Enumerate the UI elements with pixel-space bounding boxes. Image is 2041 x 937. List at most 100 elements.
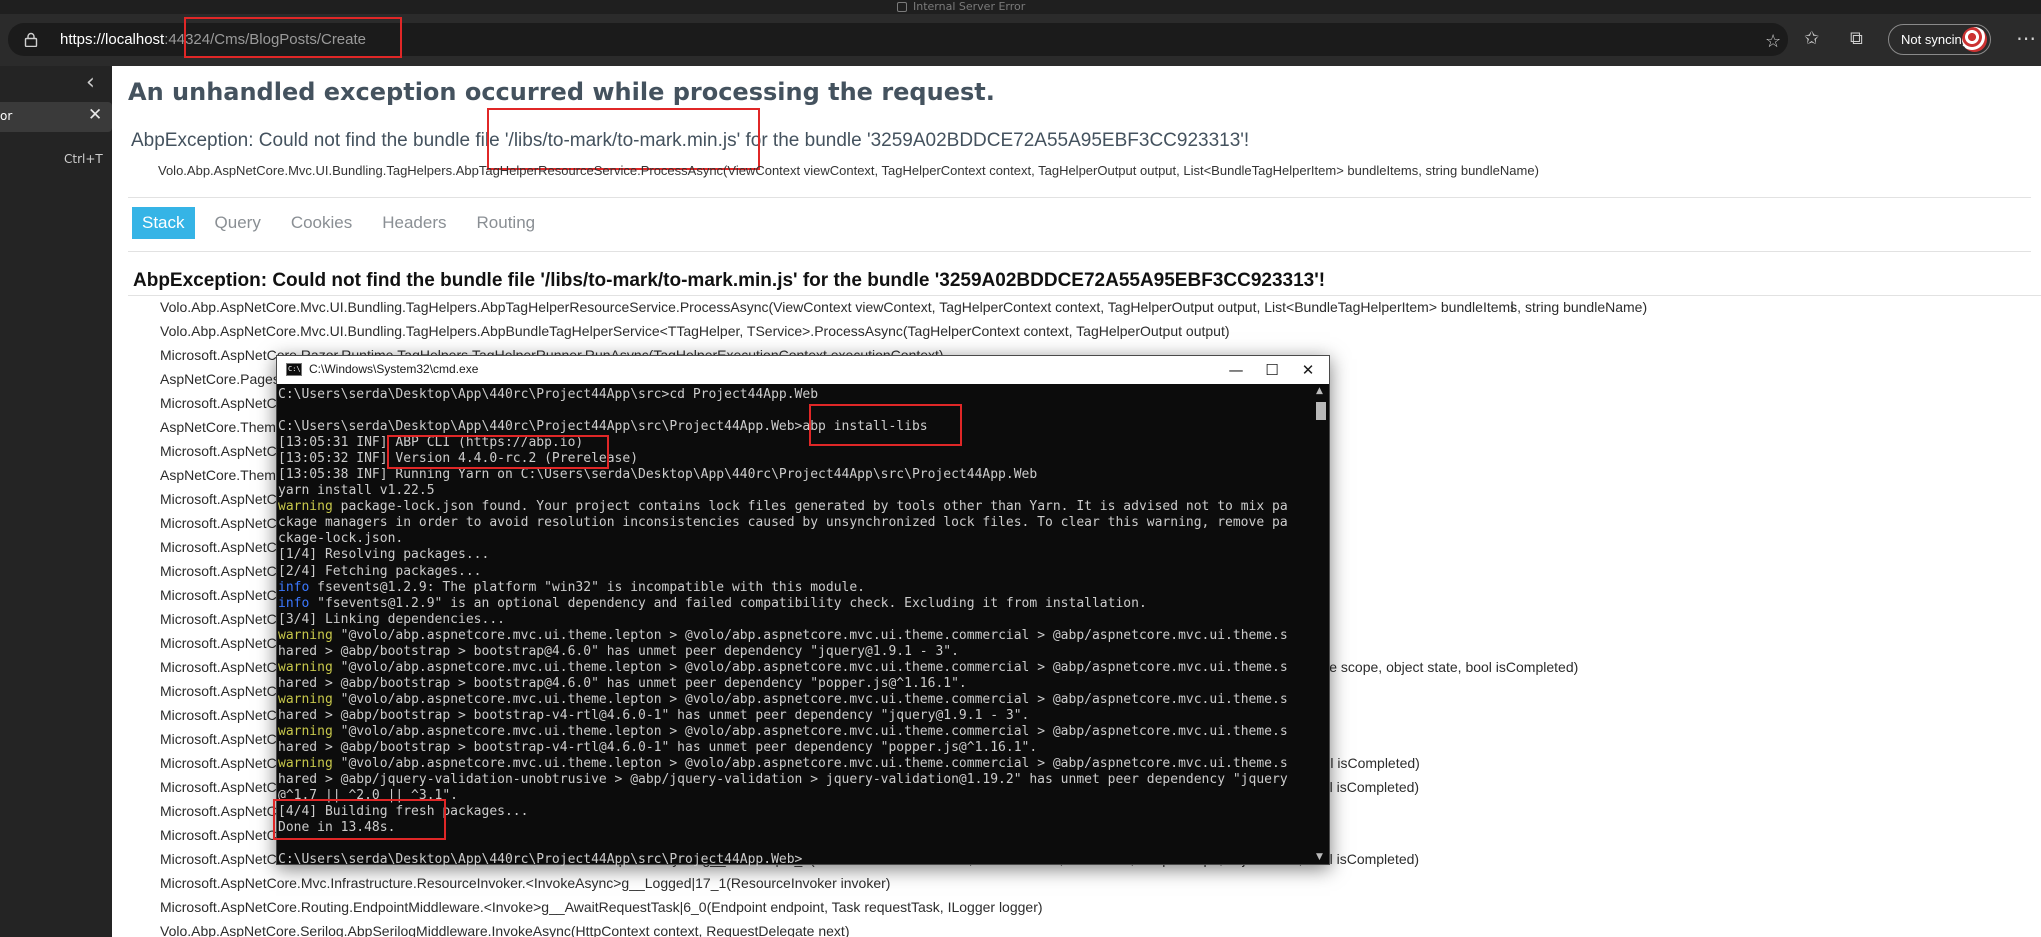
close-icon[interactable]: ✕ bbox=[88, 105, 102, 125]
console-line: C:\Users\serda\Desktop\App\440rc\Project… bbox=[278, 419, 1313, 435]
bundle-highlight-box bbox=[487, 108, 760, 170]
console-line: warning "@volo/abp.aspnetcore.mvc.ui.the… bbox=[278, 724, 1313, 740]
console-line-text: "@volo/abp.aspnetcore.mvc.ui.theme.lepto… bbox=[332, 691, 1288, 707]
console-line: info fsevents@1.2.9: The platform "win32… bbox=[278, 580, 1313, 596]
console-line-text: "@volo/abp.aspnetcore.mvc.ui.theme.lepto… bbox=[332, 627, 1288, 643]
console-warning-tag: warning bbox=[278, 499, 333, 515]
console-line: warning "@volo/abp.aspnetcore.mvc.ui.the… bbox=[278, 692, 1313, 708]
console-line-text: "@volo/abp.aspnetcore.mvc.ui.theme.lepto… bbox=[332, 723, 1288, 739]
profile-avatar bbox=[1962, 27, 1987, 52]
error-tabs: Stack Query Cookies Headers Routing bbox=[132, 207, 555, 239]
console-warning-tag: warning bbox=[278, 723, 333, 739]
browser-toolbar: https://localhost:44324/Cms/BlogPosts/Cr… bbox=[0, 14, 2041, 66]
console-line-text: [1/4] Resolving packages... bbox=[278, 547, 490, 563]
console-warning-tag: warning bbox=[278, 627, 333, 643]
console-line-text: ckage-lock.json. bbox=[278, 531, 404, 547]
profile-button[interactable]: Not syncing bbox=[1888, 24, 1991, 55]
console-line-text: hared > @abp/jquery-validation-unobtrusi… bbox=[278, 772, 1288, 788]
install-libs-highlight-box bbox=[809, 404, 962, 446]
collections-icon[interactable]: ⧉ bbox=[1850, 28, 1863, 49]
console-line-text: "@volo/abp.aspnetcore.mvc.ui.theme.lepto… bbox=[332, 756, 1288, 772]
cmd-titlebar[interactable]: C:\ C:\Windows\System32\cmd.exe — ☐ ✕ bbox=[277, 356, 1329, 384]
stack-frame[interactable]: Volo.Abp.AspNetCore.Mvc.UI.Bundling.TagH… bbox=[128, 320, 2041, 344]
more-icon[interactable]: ⋯ bbox=[2016, 26, 2036, 50]
cmd-window[interactable]: C:\ C:\Windows\System32\cmd.exe — ☐ ✕ C:… bbox=[273, 355, 1330, 868]
console-line: [3/4] Linking dependencies... bbox=[278, 612, 1313, 628]
console-line: warning "@volo/abp.aspnetcore.mvc.ui.the… bbox=[278, 660, 1313, 676]
scroll-up-icon[interactable]: ▲ bbox=[1316, 386, 1323, 396]
console-line: warning "@volo/abp.aspnetcore.mvc.ui.the… bbox=[278, 756, 1313, 772]
done-highlight-box bbox=[273, 799, 446, 840]
console-line: warning "@volo/abp.aspnetcore.mvc.ui.the… bbox=[278, 628, 1313, 644]
console-line-text: hared > @abp/bootstrap > bootstrap@4.6.0… bbox=[278, 675, 967, 691]
console-warning-tag: warning bbox=[278, 691, 333, 707]
url-host: https://localhost bbox=[60, 31, 165, 48]
console-line: C:\Users\serda\Desktop\App\440rc\Project… bbox=[278, 852, 1313, 868]
scroll-down-icon[interactable]: ▼ bbox=[1316, 852, 1323, 862]
side-panel: ‹ or ✕ Ctrl+T bbox=[0, 66, 112, 937]
stack-frame[interactable]: Microsoft.AspNetCore.Mvc.Infrastructure.… bbox=[128, 872, 2041, 896]
console-line: warning package-lock.json found. Your pr… bbox=[278, 499, 1313, 515]
console-line: C:\Users\serda\Desktop\App\440rc\Project… bbox=[278, 387, 1313, 403]
side-panel-item-label: or bbox=[0, 109, 13, 123]
console-line: yarn install v1.22.5 bbox=[278, 483, 1313, 499]
console-line-text: [3/4] Linking dependencies... bbox=[278, 611, 505, 627]
scroll-thumb[interactable] bbox=[1316, 402, 1326, 420]
tab-query[interactable]: Query bbox=[205, 207, 271, 239]
shortcut-hint: Ctrl+T bbox=[64, 152, 103, 166]
cmd-title: C:\Windows\System32\cmd.exe bbox=[309, 362, 479, 376]
favorite-add-icon[interactable]: ☆ bbox=[1765, 31, 1781, 52]
error-location: Volo.Abp.AspNetCore.Mvc.UI.Bundling.TagH… bbox=[158, 163, 1539, 178]
console-line: [2/4] Fetching packages... bbox=[278, 564, 1313, 580]
stack-frame[interactable]: Microsoft.AspNetCore.Routing.EndpointMid… bbox=[128, 896, 2041, 920]
cmd-app-icon: C:\ bbox=[286, 363, 302, 376]
console-line-text: hared > @abp/bootstrap > bootstrap@4.6.0… bbox=[278, 643, 959, 659]
console-line: [1/4] Resolving packages... bbox=[278, 547, 1313, 563]
collapse-arrow-icon[interactable]: ‹ bbox=[86, 70, 95, 95]
console-line: ckage-lock.json. bbox=[278, 531, 1313, 547]
console-line: hared > @abp/jquery-validation-unobtrusi… bbox=[278, 772, 1313, 788]
console-line: hared > @abp/bootstrap > bootstrap-v4-rt… bbox=[278, 708, 1313, 724]
console-line-text: hared > @abp/bootstrap > bootstrap-v4-rt… bbox=[278, 740, 1038, 756]
console-warning-tag: warning bbox=[278, 659, 333, 675]
sync-label: Not syncing bbox=[1901, 32, 1969, 47]
console-line-text: C:\Users\serda\Desktop\App\440rc\Project… bbox=[278, 852, 803, 868]
tab-stack[interactable]: Stack bbox=[132, 207, 195, 239]
lock-icon[interactable] bbox=[24, 32, 38, 47]
console-line-text: package-lock.json found. Your project co… bbox=[332, 499, 1288, 515]
console-line: [13:05:38 INF] Running Yarn on C:\Users\… bbox=[278, 467, 1313, 483]
console-info-tag: info bbox=[278, 579, 310, 595]
tab-hint[interactable]: Internal Server Error bbox=[897, 0, 1025, 13]
console-line: hared > @abp/bootstrap > bootstrap-v4-rt… bbox=[278, 740, 1313, 756]
tab-headers[interactable]: Headers bbox=[372, 207, 456, 239]
tab-checkbox-icon bbox=[897, 1, 907, 12]
url-highlight-box bbox=[184, 17, 402, 58]
console-line-text: [13:05:38 INF] Running Yarn on C:\Users\… bbox=[278, 467, 1038, 483]
close-window-icon[interactable]: ✕ bbox=[1288, 358, 1328, 382]
console-line-text: yarn install v1.22.5 bbox=[278, 483, 435, 499]
console-line-text: hared > @abp/bootstrap > bootstrap-v4-rt… bbox=[278, 707, 1030, 723]
minimize-icon[interactable]: — bbox=[1216, 358, 1256, 382]
console-line: ckage managers in order to avoid resolut… bbox=[278, 515, 1313, 531]
console-info-tag: info bbox=[278, 595, 310, 611]
console-line-text: [2/4] Fetching packages... bbox=[278, 563, 482, 579]
title-strip: Internal Server Error bbox=[0, 0, 2041, 14]
console-line-text: "fsevents@1.2.9" is an optional dependen… bbox=[309, 595, 1147, 611]
maximize-icon[interactable]: ☐ bbox=[1252, 358, 1292, 382]
console-line: hared > @abp/bootstrap > bootstrap@4.6.0… bbox=[278, 676, 1313, 692]
page-title: An unhandled exception occurred while pr… bbox=[128, 78, 995, 106]
side-panel-item[interactable]: or ✕ bbox=[0, 102, 112, 132]
stack-frame[interactable]: Volo.Abp.AspNetCore.Serilog.AbpSerilogMi… bbox=[128, 920, 2041, 937]
console-line-text: ckage managers in order to avoid resolut… bbox=[278, 515, 1288, 531]
tab-cookies[interactable]: Cookies bbox=[281, 207, 362, 239]
tab-hint-label: Internal Server Error bbox=[913, 0, 1026, 13]
console-warning-tag: warning bbox=[278, 756, 333, 772]
console-line-text: "@volo/abp.aspnetcore.mvc.ui.theme.lepto… bbox=[332, 659, 1288, 675]
version-highlight-box bbox=[387, 435, 609, 469]
stack-frame[interactable]: Volo.Abp.AspNetCore.Mvc.UI.Bundling.TagH… bbox=[128, 296, 2041, 320]
divider bbox=[128, 197, 2031, 198]
favorites-icon[interactable]: ✩ bbox=[1804, 28, 1819, 49]
tab-routing[interactable]: Routing bbox=[467, 207, 546, 239]
console-scrollbar[interactable]: ▲ ▼ bbox=[1313, 384, 1329, 864]
